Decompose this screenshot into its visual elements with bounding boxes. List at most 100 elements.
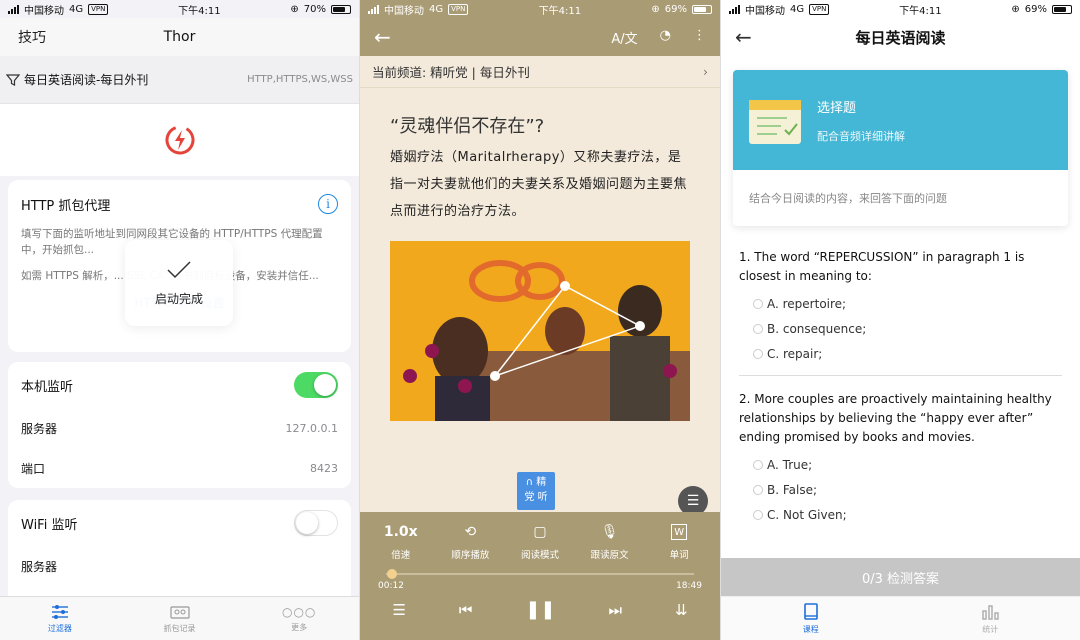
tab-bar: 课程 统计 xyxy=(721,596,1080,640)
wifi-listen-label: WiFi 监听 xyxy=(21,517,78,533)
option-label: A. repertoire; xyxy=(767,297,847,311)
wifi-listen-card: WiFi 监听 服务器 xyxy=(8,500,351,610)
calendar-icon xyxy=(749,100,801,144)
radio-icon xyxy=(753,299,763,309)
local-listen-toggle[interactable] xyxy=(294,372,338,398)
filter-selector[interactable]: 每日英语阅读-每日外刊 HTTP,HTTPS,WS,WSS xyxy=(0,56,359,104)
tips-button[interactable]: 技巧 xyxy=(18,27,46,47)
back-arrow-icon[interactable]: ← xyxy=(374,25,391,49)
wifi-server-label: 服务器 xyxy=(21,559,58,574)
carrier: 中国移动 xyxy=(24,5,64,17)
battery-percent: 70% xyxy=(303,3,326,15)
translate-icon[interactable]: A/文 xyxy=(611,28,637,47)
vpn-badge: VPN xyxy=(88,3,109,15)
signal-icon xyxy=(368,4,379,14)
reader-screen: 中国移动 4G VPN 下午4:11 ⊕ 69% ← A/文 ◔ ⋮ 当前频道:… xyxy=(360,0,720,640)
quiz-intro-card: 选择题 配合音频详细讲解 结合今日阅读的内容，来回答下面的问题 xyxy=(733,70,1068,226)
previous-icon[interactable]: ⏮ xyxy=(459,601,473,619)
vocabulary-control[interactable]: W 单词 xyxy=(648,524,710,561)
control-label: 阅读模式 xyxy=(520,550,559,561)
page-title: 每日英语阅读 xyxy=(855,28,946,47)
cassette-icon xyxy=(169,605,190,619)
article-illustration xyxy=(390,241,690,421)
answer-option[interactable]: C. Not Given; xyxy=(753,508,1062,522)
option-label: C. repair; xyxy=(767,347,823,361)
radio-icon xyxy=(753,324,763,334)
info-icon[interactable]: i xyxy=(318,194,338,214)
pause-icon[interactable]: ❚❚ xyxy=(525,599,555,620)
quiz-screen: 中国移动 4G VPN 下午4:11 ⊕ 69% ← 每日英语阅读 选择题 配合… xyxy=(720,0,1080,640)
battery-percent: 69% xyxy=(1024,3,1047,15)
status-bar: 中国移动 4G VPN 下午4:11 ⊕ 69% xyxy=(360,0,720,18)
tab-label: 抓包记录 xyxy=(163,623,196,633)
shadowing-control[interactable]: 🎙 跟读原文 xyxy=(579,524,641,561)
playlist-icon[interactable]: ☰ xyxy=(392,601,405,619)
vpn-badge: VPN xyxy=(809,3,830,15)
wifi-listen-toggle[interactable] xyxy=(294,510,338,536)
next-icon[interactable]: ⏭ xyxy=(608,601,622,619)
radio-icon xyxy=(753,349,763,359)
article-body: 婚姻疗法（Maritalrherapy）又称夫妻疗法，是指一对夫妻就他们的夫妻关… xyxy=(390,150,688,219)
answer-option[interactable]: C. repair; xyxy=(753,347,1062,361)
answer-option[interactable]: A. True; xyxy=(753,458,1062,472)
channel-bar[interactable]: 当前频道: 精听党 | 每日外刊 › xyxy=(360,56,720,88)
progress-bar[interactable] xyxy=(386,569,694,579)
battery-icon xyxy=(331,4,351,14)
answer-option[interactable]: B. False; xyxy=(753,483,1062,497)
card-title: 选择题 xyxy=(817,100,857,116)
server-label: 服务器 xyxy=(21,421,58,436)
tab-label: 过滤器 xyxy=(47,623,72,633)
answer-option[interactable]: A. repertoire; xyxy=(753,297,1062,311)
reading-mode-control[interactable]: ▢ 阅读模式 xyxy=(509,524,571,561)
nav-bar: ← 每日英语阅读 xyxy=(721,18,1080,56)
channel-label: 当前频道: 精听党 | 每日外刊 xyxy=(372,65,530,80)
card-note: 结合今日阅读的内容，来回答下面的问题 xyxy=(749,192,947,205)
more-vertical-icon[interactable]: ⋮ xyxy=(693,28,706,47)
tab-records[interactable]: 抓包记录 xyxy=(120,597,240,640)
filter-icon xyxy=(6,73,20,86)
tab-stats[interactable]: 统计 xyxy=(901,597,1080,640)
http-card-title: HTTP 抓包代理 xyxy=(21,198,111,214)
more-icon: ○○○ xyxy=(281,604,317,619)
timer-icon[interactable]: ◔ xyxy=(660,28,671,47)
badge-line: 党 听 xyxy=(524,492,548,503)
back-arrow-icon[interactable]: ← xyxy=(735,25,752,49)
status-bar: 中国移动 4G VPN 下午4:11 ⊕ 70% xyxy=(0,0,359,18)
answer-option[interactable]: B. consequence; xyxy=(753,322,1062,336)
filter-name: 每日英语阅读-每日外刊 xyxy=(24,73,149,87)
status-bar: 中国移动 4G VPN 下午4:11 ⊕ 69% xyxy=(721,0,1080,18)
question-stem: 1. The word “REPERCUSSION” in paragraph … xyxy=(739,250,1025,283)
battery-icon xyxy=(692,4,712,14)
checkmark-icon xyxy=(167,260,191,278)
toast: 启动完成 xyxy=(125,240,233,326)
option-label: A. True; xyxy=(767,458,813,472)
control-label: 顺序播放 xyxy=(451,550,490,561)
jingtingdang-badge[interactable]: ∩ 精 党 听 xyxy=(517,472,555,510)
toast-text: 启动完成 xyxy=(154,291,203,306)
thor-power-icon[interactable] xyxy=(163,123,197,157)
chevron-right-icon: › xyxy=(703,64,708,79)
control-label: 倍速 xyxy=(391,550,411,561)
vpn-badge: VPN xyxy=(448,3,469,15)
nav-bar: ← A/文 ◔ ⋮ xyxy=(360,18,720,56)
question: 2. More couples are proactively maintain… xyxy=(739,390,1062,522)
bar-chart-icon xyxy=(982,604,999,620)
clock: 下午4:11 xyxy=(538,5,582,17)
radio-icon xyxy=(753,510,763,520)
speed-control[interactable]: 1.0x 倍速 xyxy=(370,524,432,561)
signal-icon xyxy=(8,4,19,14)
tab-label: 更多 xyxy=(291,622,308,632)
control-label: 跟读原文 xyxy=(590,550,629,561)
tab-filter[interactable]: 过滤器 xyxy=(0,597,120,640)
clock: 下午4:11 xyxy=(178,5,221,17)
collapse-icon[interactable]: ⇊ xyxy=(675,601,688,619)
tab-course[interactable]: 课程 xyxy=(721,597,901,640)
tab-bar: 过滤器 抓包记录 ○○○ 更多 xyxy=(0,596,359,640)
check-answers-button[interactable]: 0/3 检测答案 xyxy=(721,558,1080,596)
badge-line: ∩ 精 xyxy=(525,477,547,488)
tab-more[interactable]: ○○○ 更多 xyxy=(239,597,359,640)
playback-order-control[interactable]: ⟲ 顺序播放 xyxy=(439,524,501,561)
article-title: “灵魂伴侣不存在”? xyxy=(390,116,545,137)
protocol-list: HTTP,HTTPS,WS,WSS xyxy=(247,74,353,85)
option-label: B. consequence; xyxy=(767,322,867,336)
